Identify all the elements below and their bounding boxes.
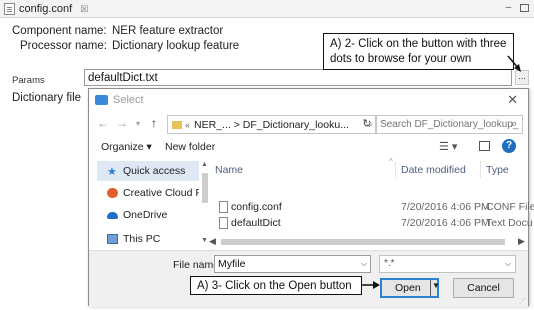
file-list-hscrollbar[interactable]: ◀ ▶	[209, 236, 529, 248]
open-button-label: Open	[395, 282, 421, 294]
file-date: 7/20/2016 4:06 PM	[401, 201, 490, 213]
column-header-date[interactable]: Date modified	[401, 164, 466, 176]
editor-tabbar: config.conf ☒ –	[0, 0, 534, 18]
file-type: Text Docu	[486, 217, 533, 229]
dialog-title: Select	[113, 94, 144, 106]
dialog-titlebar: Select ✕	[89, 89, 528, 111]
maximize-icon[interactable]	[520, 4, 529, 12]
file-type-filter[interactable]: *.*	[379, 255, 516, 273]
organize-button[interactable]: Organize ▾	[101, 141, 152, 153]
processor-name-value: Dictionary lookup feature	[112, 40, 240, 52]
dialog-toolbar: Organize ▾ New folder ☰ ▾ ?	[89, 137, 528, 157]
file-name: defaultDict	[231, 217, 281, 229]
computer-icon	[107, 234, 118, 244]
nav-item-onedrive[interactable]: OneDrive	[97, 205, 199, 225]
component-name-label: Component name:	[12, 25, 107, 37]
nav-item-creative-cloud[interactable]: Creative Cloud File	[97, 183, 199, 203]
folder-icon	[95, 95, 108, 105]
open-button-divider	[430, 280, 431, 296]
recent-locations-chevron-icon[interactable]: ▾	[136, 119, 140, 128]
chevron-down-icon[interactable]: ⌵	[505, 259, 511, 269]
minimize-icon[interactable]: –	[503, 2, 514, 13]
sort-indicator-icon: ^	[389, 157, 393, 166]
file-name: config.conf	[231, 201, 282, 213]
close-icon[interactable]: ☒	[80, 4, 88, 15]
search-input[interactable]	[376, 115, 523, 134]
address-overflow-icon[interactable]: «	[185, 120, 190, 130]
dictionary-file-input[interactable]	[84, 69, 512, 86]
scroll-right-icon[interactable]: ▶	[518, 236, 525, 247]
help-icon[interactable]: ?	[502, 139, 516, 153]
file-icon	[219, 201, 228, 213]
resize-grip-icon[interactable]: ⋰	[519, 297, 526, 305]
navigation-scrollbar[interactable]: ▲ ▼	[201, 161, 209, 251]
nav-item-label: Quick access	[123, 165, 186, 177]
processor-name-label: Processor name:	[20, 40, 107, 52]
onedrive-icon	[107, 211, 118, 219]
column-divider[interactable]	[480, 161, 481, 178]
preview-pane-icon[interactable]	[479, 141, 490, 151]
column-divider[interactable]	[395, 161, 396, 178]
select-dialog: Select ✕ ← → ▾ ↑ « NER_... > DF_Dictiona…	[88, 88, 534, 307]
file-row[interactable]: defaultDict 7/20/2016 4:06 PM Text Docu	[209, 216, 533, 232]
up-arrow-icon[interactable]: ↑	[151, 116, 157, 130]
view-options-icon[interactable]: ☰ ▾	[439, 140, 457, 153]
back-arrow-icon[interactable]: ←	[97, 116, 109, 130]
editor-tab-label: config.conf	[19, 3, 73, 15]
new-folder-button[interactable]: New folder	[165, 141, 215, 153]
address-bar[interactable]: « NER_... > DF_Dictionary_looku... ⌵	[167, 115, 377, 134]
nav-item-quick-access[interactable]: ★ Quick access	[97, 161, 199, 181]
file-row[interactable]: config.conf 7/20/2016 4:06 PM CONF File	[209, 200, 534, 216]
cancel-button[interactable]: Cancel	[453, 278, 514, 298]
refresh-icon[interactable]: ↻	[359, 115, 376, 134]
folder-icon	[172, 120, 182, 129]
nav-item-label: This PC	[123, 233, 161, 245]
file-name-input[interactable]	[214, 255, 371, 273]
callout-open: A) 3- Click on the Open button	[190, 276, 362, 295]
editor-tab-config[interactable]: config.conf ☒	[2, 1, 94, 17]
chevron-down-icon[interactable]: ⌵	[361, 259, 367, 269]
scroll-left-icon[interactable]: ◀	[209, 236, 216, 247]
scrollbar-thumb[interactable]	[202, 173, 208, 203]
callout-browse: A) 2- Click on the button with three dot…	[323, 33, 514, 70]
forward-arrow-icon[interactable]: →	[116, 116, 128, 130]
nav-item-label: Creative Cloud File	[123, 187, 199, 199]
params-label: Params	[12, 75, 45, 86]
address-path[interactable]: NER_... > DF_Dictionary_looku...	[194, 119, 349, 131]
file-date: 7/20/2016 4:06 PM	[401, 217, 490, 229]
navigation-bar: ← → ▾ ↑ « NER_... > DF_Dictionary_looku.…	[89, 112, 528, 136]
scroll-up-icon[interactable]: ▲	[201, 161, 208, 168]
open-options-chevron-icon[interactable]: ▼	[432, 281, 440, 290]
star-icon: ★	[107, 165, 117, 178]
search-icon: ⌕	[511, 118, 518, 130]
navigation-pane: ★ Quick access Creative Cloud File OneDr…	[97, 159, 199, 249]
column-header-name[interactable]: Name	[215, 164, 243, 176]
dictionary-file-label: Dictionary file	[12, 92, 82, 104]
nav-item-label: OneDrive	[123, 209, 168, 221]
close-icon[interactable]: ✕	[507, 92, 518, 108]
nav-item-this-pc[interactable]: This PC	[97, 229, 199, 249]
scroll-down-icon[interactable]: ▼	[201, 237, 208, 244]
creative-cloud-icon	[107, 188, 118, 198]
file-icon	[219, 217, 228, 229]
component-name-value: NER feature extractor	[112, 25, 224, 37]
column-header-type[interactable]: Type	[486, 164, 509, 176]
file-type: CONF File	[486, 201, 534, 213]
scrollbar-thumb[interactable]	[221, 239, 505, 245]
file-icon	[4, 3, 15, 15]
browse-dots-button[interactable]: ...	[515, 70, 529, 85]
